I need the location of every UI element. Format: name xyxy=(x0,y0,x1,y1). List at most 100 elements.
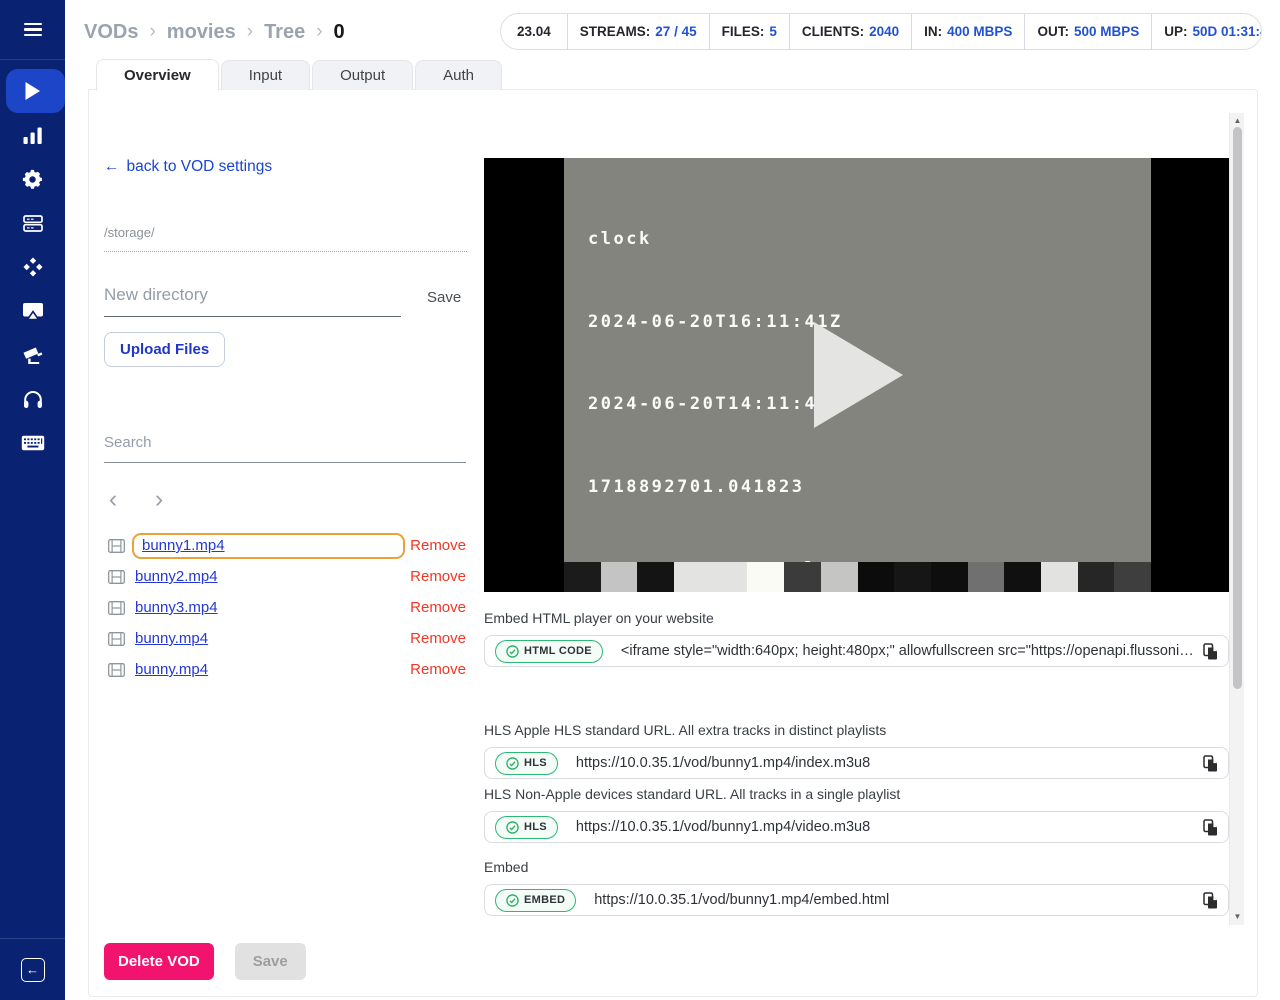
server-icon xyxy=(23,215,43,232)
grayscale-bar xyxy=(968,562,1005,592)
arrow-left-icon: ← xyxy=(26,962,39,977)
copy-button[interactable] xyxy=(1203,643,1218,660)
grayscale-bar xyxy=(1078,562,1115,592)
status-uptime: UP:50D 01:31:42 xyxy=(1151,14,1262,49)
file-link[interactable]: bunny1.mp4 xyxy=(142,537,225,554)
status-bar: 23.04 STREAMS:27 / 45 FILES:5 CLIENTS:20… xyxy=(500,13,1262,50)
status-streams: STREAMS:27 / 45 xyxy=(567,14,709,49)
embed-html-code: <iframe style="width:640px; height:480px… xyxy=(621,643,1195,659)
content-card: ← back to VOD settings /storage/ Save Up… xyxy=(88,89,1258,997)
copy-icon xyxy=(1203,819,1218,836)
sidebar-item-screens[interactable] xyxy=(0,289,65,333)
tab-auth[interactable]: Auth xyxy=(415,60,502,90)
sidebar: ← xyxy=(0,0,65,1000)
grayscale-bar xyxy=(747,562,784,592)
grayscale-bar xyxy=(1114,562,1151,592)
bar-chart-icon xyxy=(23,127,43,144)
save-button[interactable]: Save xyxy=(235,943,306,980)
scroll-down-icon[interactable]: ▼ xyxy=(1230,911,1245,923)
next-page-button[interactable]: › xyxy=(150,488,168,510)
save-directory-button[interactable]: Save xyxy=(427,289,461,317)
file-link[interactable]: bunny.mp4 xyxy=(135,630,208,647)
sidebar-item-storage[interactable] xyxy=(0,201,65,245)
status-in: IN:400 MBPS xyxy=(911,14,1024,49)
check-circle-icon xyxy=(506,757,519,770)
remove-button[interactable]: Remove xyxy=(410,568,466,585)
film-icon xyxy=(108,601,125,615)
grayscale-bar xyxy=(1041,562,1078,592)
embed-badge: EMBED xyxy=(495,889,576,912)
copy-button[interactable] xyxy=(1203,819,1218,836)
file-list: bunny1.mp4 Remove bunny2.mp4 Remove bunn… xyxy=(104,530,466,685)
back-link[interactable]: ← back to VOD settings xyxy=(104,158,272,176)
status-clients: CLIENTS:2040 xyxy=(789,14,911,49)
copy-button[interactable] xyxy=(1203,892,1218,909)
breadcrumb-item-tree[interactable]: Tree xyxy=(264,21,305,44)
breadcrumb-item-current: 0 xyxy=(334,21,345,44)
breadcrumb-item-vods[interactable]: VODs xyxy=(84,21,138,44)
gear-icon xyxy=(22,169,43,190)
embed-html-field: HTML CODE <iframe style="width:640px; he… xyxy=(484,635,1229,667)
file-row: bunny.mp4 Remove xyxy=(104,623,466,654)
grayscale-bar xyxy=(564,562,601,592)
focused-file-outline: bunny1.mp4 xyxy=(132,533,405,559)
sidebar-item-cameras[interactable] xyxy=(0,333,65,377)
search-input[interactable] xyxy=(104,434,466,463)
arrow-left-icon: ← xyxy=(104,158,120,176)
storage-path-label: /storage/ xyxy=(104,225,467,252)
hls-apple-url: https://10.0.35.1/vod/bunny1.mp4/index.m… xyxy=(576,755,1195,771)
film-icon xyxy=(108,539,125,553)
video-frame: clock 2024-06-20T16:11:41Z 2024-06-20T14… xyxy=(564,158,1151,592)
delete-vod-button[interactable]: Delete VOD xyxy=(104,943,214,980)
sidebar-item-terminal[interactable] xyxy=(0,421,65,465)
sidebar-collapse-button[interactable]: ← xyxy=(21,958,45,982)
file-link[interactable]: bunny.mp4 xyxy=(135,661,208,678)
sidebar-item-statistics[interactable] xyxy=(0,113,65,157)
grayscale-bar xyxy=(894,562,931,592)
video-player[interactable]: clock 2024-06-20T16:11:41Z 2024-06-20T14… xyxy=(484,158,1229,592)
breadcrumb-item-movies[interactable]: movies xyxy=(167,21,236,44)
grayscale-bar xyxy=(858,562,895,592)
grayscale-bar xyxy=(821,562,858,592)
upload-files-button[interactable]: Upload Files xyxy=(104,332,225,367)
sidebar-item-settings[interactable] xyxy=(0,157,65,201)
play-button[interactable] xyxy=(814,322,903,428)
version-badge: 23.04 xyxy=(501,14,567,49)
file-link[interactable]: bunny2.mp4 xyxy=(135,568,218,585)
footer-actions: Delete VOD Save xyxy=(104,943,306,980)
remove-button[interactable]: Remove xyxy=(410,630,466,647)
chevron-right-icon: › xyxy=(316,21,322,43)
check-circle-icon xyxy=(506,894,519,907)
hls-nonapple-url: https://10.0.35.1/vod/bunny1.mp4/video.m… xyxy=(576,819,1195,835)
chevron-right-icon: › xyxy=(149,21,155,43)
tab-input[interactable]: Input xyxy=(221,60,310,90)
remove-button[interactable]: Remove xyxy=(410,537,466,554)
cluster-icon xyxy=(23,257,43,277)
check-circle-icon xyxy=(506,821,519,834)
sidebar-item-cluster[interactable] xyxy=(0,245,65,289)
chevron-right-icon: › xyxy=(247,21,253,43)
new-directory-input[interactable] xyxy=(104,285,401,317)
grayscale-bar xyxy=(674,562,747,592)
copy-icon xyxy=(1203,755,1218,772)
copy-icon xyxy=(1203,643,1218,660)
tab-output[interactable]: Output xyxy=(312,60,413,90)
embed-html-label: Embed HTML player on your website xyxy=(484,610,714,626)
remove-button[interactable]: Remove xyxy=(410,599,466,616)
grayscale-bars xyxy=(564,562,1151,592)
remove-button[interactable]: Remove xyxy=(410,661,466,678)
sidebar-item-support[interactable] xyxy=(0,377,65,421)
copy-button[interactable] xyxy=(1203,755,1218,772)
scroll-up-icon[interactable]: ▲ xyxy=(1230,115,1245,127)
grayscale-bar xyxy=(1004,562,1041,592)
prev-page-button[interactable]: ‹ xyxy=(104,488,122,510)
scrollbar[interactable]: ▲ ▼ xyxy=(1229,113,1244,925)
file-link[interactable]: bunny3.mp4 xyxy=(135,599,218,616)
status-files: FILES:5 xyxy=(709,14,789,49)
html-code-badge: HTML CODE xyxy=(495,640,603,663)
menu-toggle-icon[interactable] xyxy=(24,23,42,36)
tab-overview[interactable]: Overview xyxy=(96,59,219,91)
scrollbar-thumb[interactable] xyxy=(1233,127,1242,689)
sidebar-item-media[interactable] xyxy=(0,69,65,113)
play-icon xyxy=(24,81,41,101)
